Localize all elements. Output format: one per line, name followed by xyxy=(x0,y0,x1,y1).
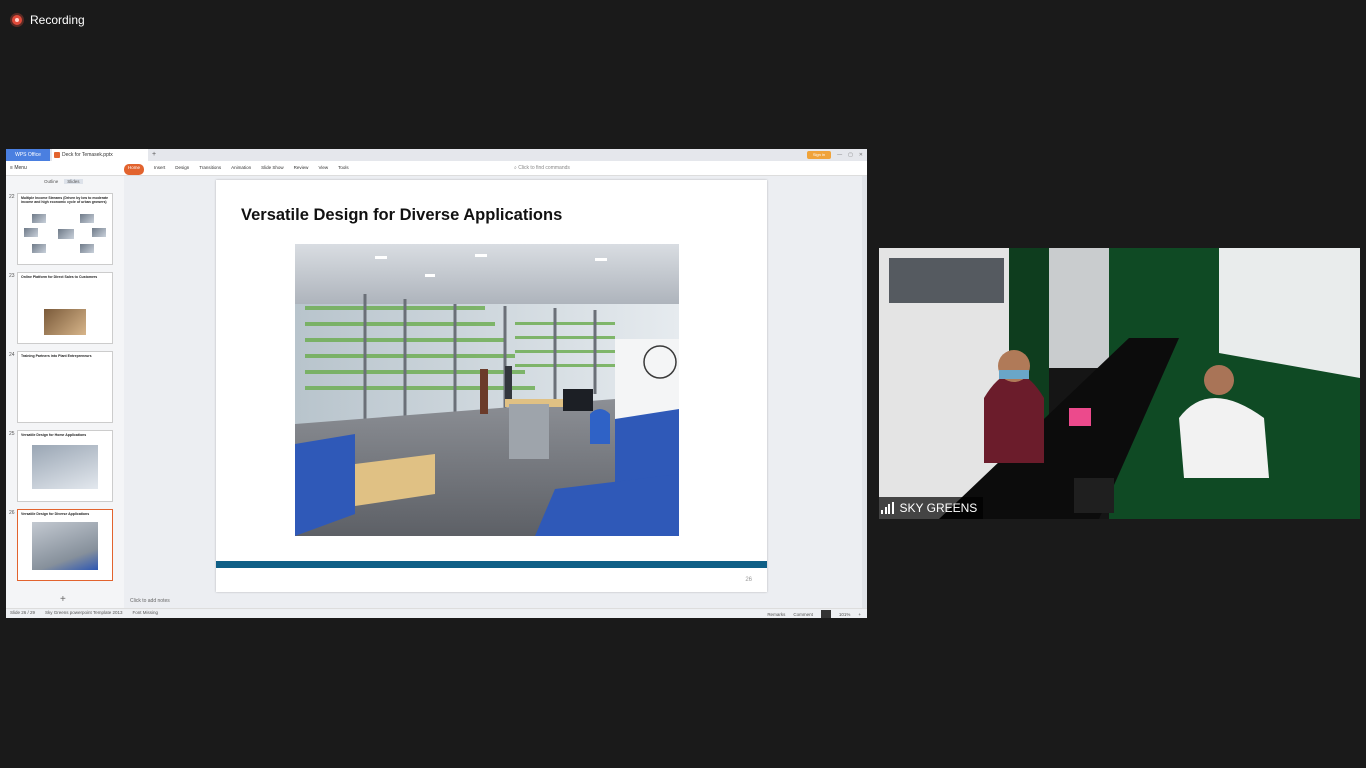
tab-transitions[interactable]: Transitions xyxy=(199,161,221,175)
tab-review[interactable]: Review xyxy=(294,161,309,175)
tab-view[interactable]: View xyxy=(318,161,328,175)
thumb-title: Online Platform for Direct Sales to Cust… xyxy=(21,275,98,279)
thumb-number: 22 xyxy=(9,194,15,200)
font-missing-indicator[interactable]: Font Missing xyxy=(133,610,159,615)
slide-number: 26 xyxy=(745,577,752,583)
record-icon xyxy=(10,13,24,27)
current-slide[interactable]: Versatile Design for Diverse Application… xyxy=(216,180,767,592)
thumb-image xyxy=(58,229,74,239)
thumb-number: 25 xyxy=(9,431,15,437)
tab-slide-show[interactable]: Slide Show xyxy=(261,161,284,175)
notes-placeholder[interactable]: Click to add notes xyxy=(130,598,170,604)
minimize-icon[interactable]: — xyxy=(837,152,842,158)
slide-thumbnail[interactable]: Versatile Design for Home Applications xyxy=(17,430,113,502)
slide-footer-bar xyxy=(216,561,767,568)
comment-button[interactable]: Comment xyxy=(793,612,813,617)
slide-thumbnail[interactable]: Multiple Income Streams (Driven by low t… xyxy=(17,193,113,265)
tab-home[interactable]: Home xyxy=(124,164,145,175)
recording-indicator: Recording xyxy=(10,10,85,30)
participant-video[interactable]: SKY GREENS xyxy=(879,248,1360,519)
slide-thumbnail[interactable]: Training Partners into Plant Entrepreneu… xyxy=(17,351,113,423)
status-bar: Slide 26 / 29 Sky Greens powerpoint Temp… xyxy=(6,608,867,618)
video-frame xyxy=(879,248,1360,519)
thumb-image xyxy=(32,445,98,489)
add-slide-button[interactable]: + xyxy=(60,594,66,605)
remarks-button[interactable]: Remarks xyxy=(767,612,785,617)
ribbon-bar: ≡ Menu Home Insert Design Transitions An… xyxy=(6,161,867,176)
template-name: Sky Greens powerpoint Template 2013 xyxy=(45,610,123,615)
thumb-number: 26 xyxy=(9,510,15,516)
new-tab-button[interactable]: + xyxy=(152,149,156,161)
participant-name: SKY GREENS xyxy=(899,501,978,515)
tab-tools[interactable]: Tools xyxy=(338,161,349,175)
status-left: Slide 26 / 29 Sky Greens powerpoint Temp… xyxy=(10,610,158,615)
find-commands-input[interactable]: ⌕ Click to find commands xyxy=(514,161,570,175)
tab-design[interactable]: Design xyxy=(175,161,189,175)
signal-bars-icon xyxy=(881,502,894,514)
slide-counter: Slide 26 / 29 xyxy=(10,610,36,615)
tab-wps-office[interactable]: WPS Office xyxy=(6,149,50,161)
maximize-icon[interactable]: ▢ xyxy=(848,152,853,158)
slide-canvas[interactable]: Versatile Design for Diverse Application… xyxy=(124,176,867,608)
thumb-number: 23 xyxy=(9,273,15,279)
thumb-image xyxy=(32,214,46,223)
recording-label: Recording xyxy=(30,13,85,27)
thumb-title: Training Partners into Plant Entrepreneu… xyxy=(21,354,92,358)
thumb-title: Versatile Design for Home Applications xyxy=(21,433,87,437)
menu-button[interactable]: ≡ Menu xyxy=(10,161,27,175)
slide-title: Versatile Design for Diverse Application… xyxy=(241,206,563,224)
sign-in-button[interactable]: Sign in xyxy=(806,151,832,159)
thumb-image xyxy=(32,244,46,253)
tab-document[interactable]: Deck for Temasek.pptx xyxy=(52,149,148,161)
zoom-in-icon[interactable]: + xyxy=(858,612,861,617)
thumb-image xyxy=(32,522,98,570)
tab-animation[interactable]: Animation xyxy=(231,161,251,175)
zoom-level[interactable]: 101% xyxy=(839,612,851,617)
play-slideshow-icon[interactable] xyxy=(820,610,831,618)
ribbon-tabs: Home Insert Design Transitions Animation… xyxy=(124,161,349,175)
participant-name-label: SKY GREENS xyxy=(879,497,984,519)
vertical-scrollbar[interactable] xyxy=(862,176,867,608)
panel-tabs: Outline Slides xyxy=(44,179,83,184)
status-right: Remarks Comment 101% + xyxy=(767,610,861,618)
close-icon[interactable]: ✕ xyxy=(859,152,863,158)
thumb-image xyxy=(44,309,86,335)
slide-thumbnail-panel: Outline Slides 22 Multiple Income Stream… xyxy=(6,176,125,608)
app-tab-bar: WPS Office Deck for Temasek.pptx + Sign … xyxy=(6,149,867,161)
tab-insert[interactable]: Insert xyxy=(154,161,165,175)
office-rendering-image xyxy=(295,244,679,536)
thumb-image xyxy=(92,228,106,237)
thumb-image xyxy=(80,214,94,223)
window-controls: Sign in — ▢ ✕ xyxy=(806,149,863,161)
thumb-title: Multiple Income Streams (Driven by low t… xyxy=(21,196,109,204)
slide-thumbnail[interactable]: Online Platform for Direct Sales to Cust… xyxy=(17,272,113,344)
thumb-number: 24 xyxy=(9,352,15,358)
thumb-image xyxy=(24,228,38,237)
slide-thumbnail-active[interactable]: Versatile Design for Diverse Application… xyxy=(17,509,113,581)
thumb-title: Versatile Design for Diverse Application… xyxy=(21,512,90,516)
thumb-image xyxy=(80,244,94,253)
tab-slides[interactable]: Slides xyxy=(64,179,83,184)
tab-outline[interactable]: Outline xyxy=(44,179,58,184)
shared-screen[interactable]: WPS Office Deck for Temasek.pptx + Sign … xyxy=(6,149,867,618)
